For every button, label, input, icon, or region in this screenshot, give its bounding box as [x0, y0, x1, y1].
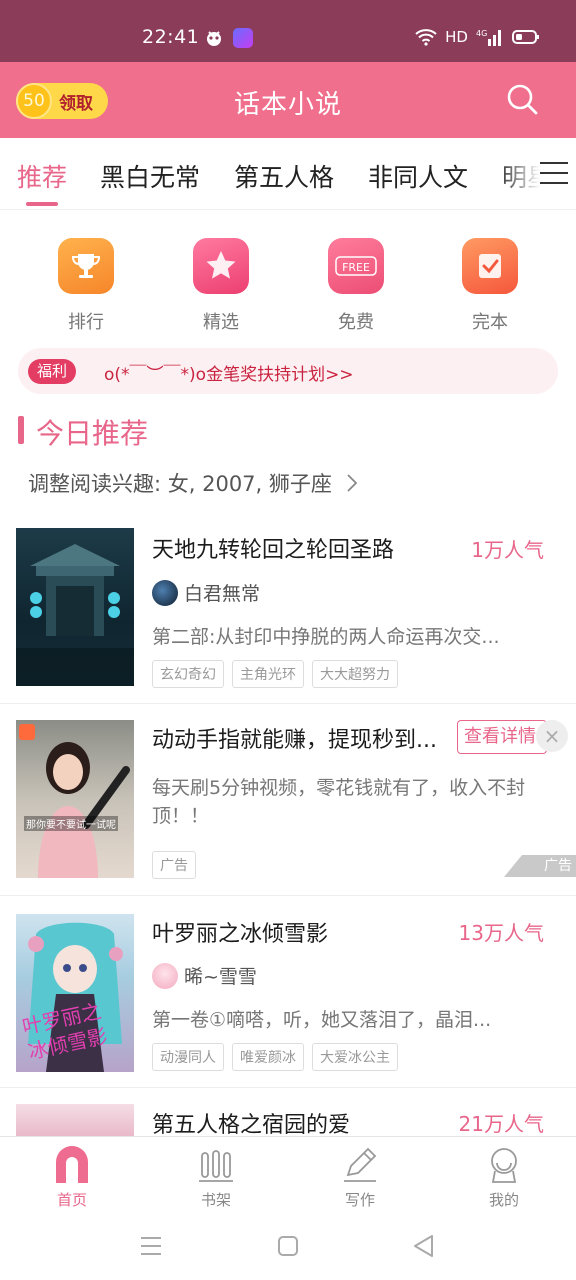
home-icon — [22, 1143, 122, 1183]
quick-link-featured[interactable]: 精选 — [161, 238, 281, 334]
tab-identity-v[interactable]: 第五人格 — [234, 158, 334, 194]
nav-label: 首页 — [56, 1191, 87, 1209]
section-accent-bar — [18, 416, 24, 444]
view-details-button[interactable]: 查看详情 — [457, 720, 547, 754]
book-description: 第二部:从封印中挣脱的两人命运再次交... — [152, 626, 500, 648]
back-icon[interactable] — [412, 1234, 436, 1258]
svg-text:4G: 4G — [476, 29, 487, 38]
ad-tag: 广告 — [152, 851, 196, 879]
wifi-icon — [415, 29, 437, 46]
divider — [0, 895, 576, 896]
book-popularity: 1万人气 — [471, 538, 544, 562]
status-time: 22:41 — [142, 26, 200, 48]
book-popularity: 13万人气 — [458, 921, 544, 945]
pen-icon — [310, 1143, 410, 1183]
nav-label: 书架 — [200, 1191, 231, 1209]
author-name: 白君無常 — [184, 583, 261, 605]
free-icon: FREE — [328, 238, 384, 294]
app-title: 话本小说 — [233, 90, 342, 120]
check-book-icon — [462, 238, 518, 294]
author-name: 晞~雪雪 — [184, 966, 257, 988]
tab-heibai[interactable]: 黑白无常 — [100, 158, 200, 194]
search-icon[interactable] — [504, 82, 540, 118]
quick-link-label: 精选 — [203, 312, 239, 333]
nav-label: 我的 — [488, 1191, 519, 1209]
book-tag: 动漫同人 — [152, 1043, 224, 1071]
ad-title: 动动手指就能赚，提现秒到... — [152, 728, 437, 753]
welfare-tag: 福利 — [28, 359, 77, 384]
svg-text:FREE: FREE — [342, 261, 370, 274]
ad-mark: 广告 — [504, 855, 576, 877]
nav-profile[interactable]: 我的 — [454, 1143, 554, 1210]
tab-recommend[interactable]: 推荐 — [17, 158, 67, 194]
adjust-interest-link[interactable]: 调整阅读兴趣: 女, 2007, 狮子座 — [28, 468, 359, 498]
quick-link-label: 免费 — [338, 312, 374, 333]
recent-apps-icon[interactable] — [140, 1236, 162, 1256]
book-tag: 主角光环 — [232, 660, 304, 688]
ad-cover: 那你要不要试一试呢 — [16, 720, 134, 878]
nav-label: 写作 — [344, 1191, 375, 1209]
status-bar: 22:41 HD 4G — [0, 0, 576, 62]
profile-icon — [454, 1143, 554, 1183]
quick-link-ranking[interactable]: 排行 — [26, 238, 146, 334]
nav-write[interactable]: 写作 — [310, 1143, 410, 1210]
ad-description: 每天刷5分钟视频，零花钱就有了，收入不封顶！！ — [152, 777, 526, 827]
close-icon[interactable]: × — [536, 720, 568, 752]
quick-link-label: 排行 — [68, 312, 104, 333]
star-icon — [193, 238, 249, 294]
welfare-text: o(*￣︶￣*)o金笔奖扶持计划>> — [104, 365, 354, 385]
book-tag: 大大超努力 — [312, 660, 398, 688]
book-tag: 唯爱颜冰 — [232, 1043, 304, 1071]
home-button-icon[interactable] — [277, 1235, 299, 1257]
nav-bookshelf[interactable]: 书架 — [166, 1143, 266, 1210]
book-cover — [16, 1104, 134, 1136]
welfare-banner[interactable]: 福利 o(*￣︶￣*)o金笔奖扶持计划>> — [18, 348, 558, 394]
book-description: 第一卷①嘀嗒，听，她又落泪了，晶泪... — [152, 1009, 492, 1031]
category-tabs: 推荐 黑白无常 第五人格 非同人文 明星 — [0, 138, 576, 210]
book-author: 白君無常 — [152, 579, 260, 606]
network-type: HD — [445, 28, 468, 46]
book-popularity: 21万人气 — [458, 1112, 544, 1136]
author-avatar — [152, 579, 178, 606]
nav-home[interactable]: 首页 — [22, 1143, 122, 1210]
bookshelf-icon — [166, 1143, 266, 1183]
book-tags: 玄幻奇幻 主角光环 大大超努力 — [152, 660, 398, 688]
book-tags: 动漫同人 唯爱颜冰 大爱冰公主 — [152, 1043, 398, 1071]
quick-link-label: 完本 — [472, 312, 508, 333]
book-tag: 大爱冰公主 — [312, 1043, 398, 1071]
divider — [0, 703, 576, 704]
bottom-nav: 首页 书架 写作 我的 — [0, 1136, 576, 1212]
book-author: 晞~雪雪 — [152, 962, 257, 989]
signal-icon: 4G — [476, 29, 501, 46]
book-cover: 叶罗丽之 冰倾雪影 — [16, 914, 134, 1072]
video-app-icon — [233, 28, 253, 48]
author-avatar — [152, 962, 178, 989]
tab-menu-icon[interactable] — [540, 162, 568, 186]
interest-text: 调整阅读兴趣: 女, 2007, 狮子座 — [28, 472, 332, 496]
system-nav-bar — [0, 1212, 576, 1280]
active-tab-indicator — [26, 202, 58, 206]
quick-link-completed[interactable]: 完本 — [430, 238, 550, 334]
notification-app-icon — [207, 31, 221, 46]
book-title: 第五人格之宿园的爱 — [152, 1113, 351, 1138]
tab-original[interactable]: 非同人文 — [368, 158, 468, 194]
book-title: 叶罗丽之冰倾雪影 — [152, 922, 329, 947]
quick-link-free[interactable]: FREE 免费 — [296, 238, 416, 334]
battery-icon — [512, 30, 539, 44]
divider — [0, 1087, 576, 1088]
book-title: 天地九转轮回之轮回圣路 — [152, 538, 395, 563]
status-indicators: HD 4G — [415, 27, 540, 47]
chevron-right-icon — [346, 474, 357, 492]
book-cover — [16, 528, 134, 686]
trophy-icon — [58, 238, 114, 294]
ad-cover-caption: 那你要不要试一试呢 — [24, 816, 118, 831]
book-tag: 玄幻奇幻 — [152, 660, 224, 688]
section-title: 今日推荐 — [36, 417, 149, 450]
app-header: 50 领取 话本小说 — [0, 62, 576, 138]
